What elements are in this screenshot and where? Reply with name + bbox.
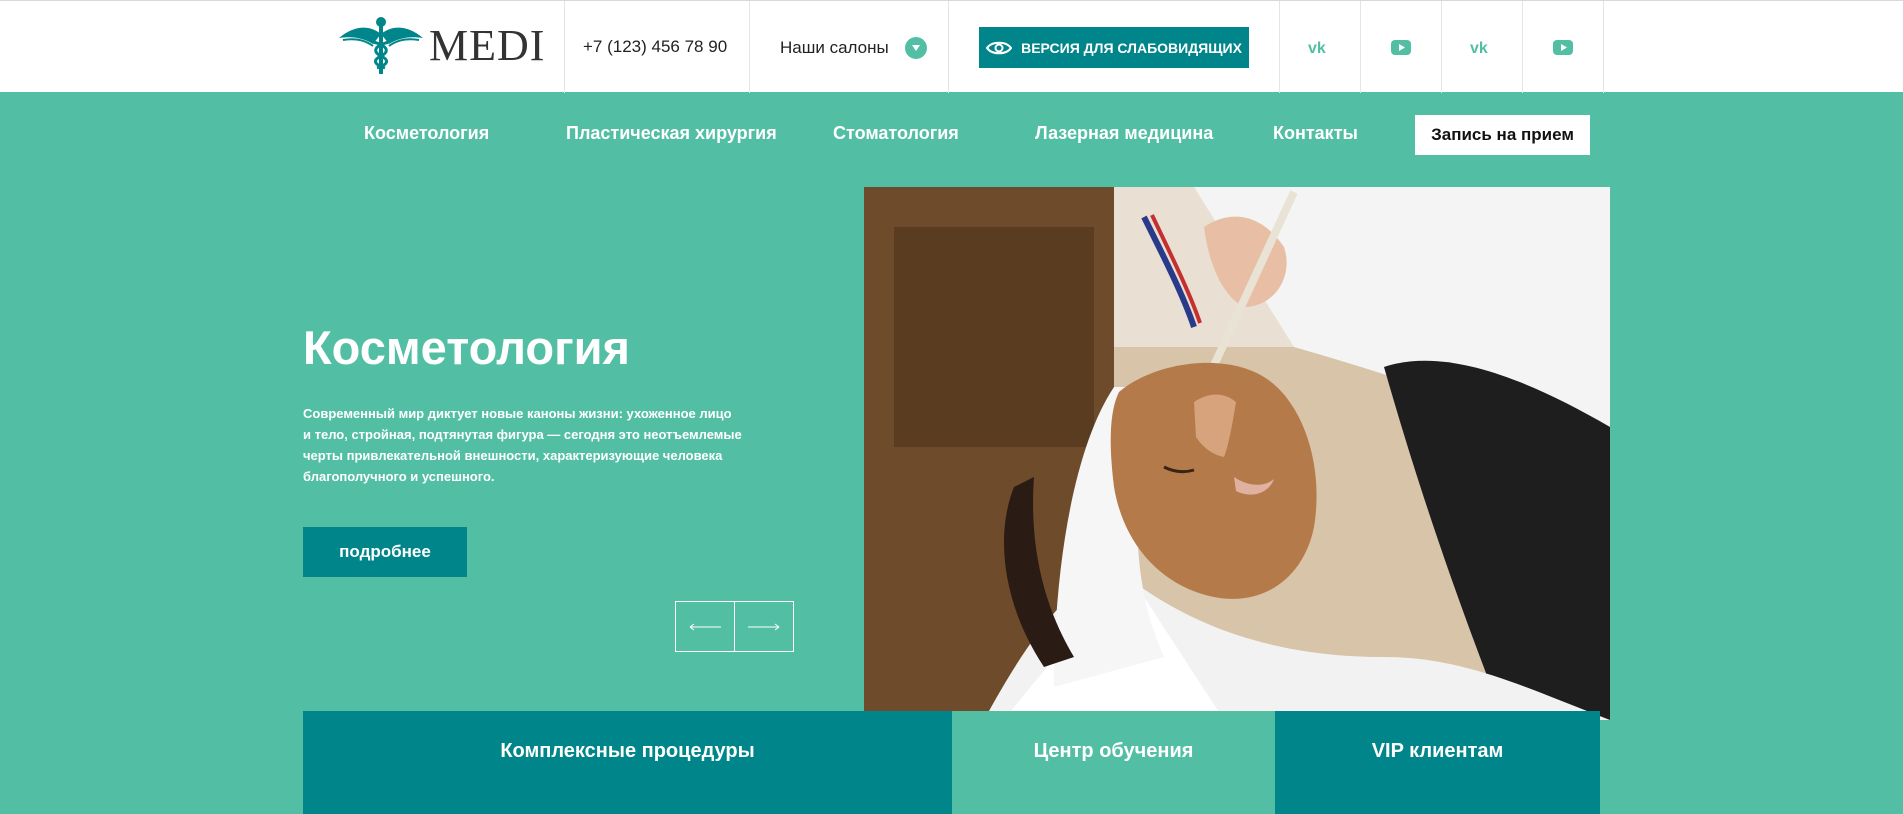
slider-controls	[675, 601, 794, 652]
arrow-right-icon	[747, 623, 780, 630]
hero-description: Современный мир диктует новые каноны жиз…	[303, 406, 742, 484]
nav-item-dentistry[interactable]: Стоматология	[833, 123, 959, 144]
top-header: MEDI +7 (123) 456 78 90 Наши салоны ВЕРС…	[0, 0, 1903, 93]
phone-number[interactable]: +7 (123) 456 78 90	[583, 37, 727, 57]
vk-icon: vk	[1308, 40, 1326, 54]
hero-title: Косметология	[303, 321, 630, 374]
social-link-youtube[interactable]	[1360, 1, 1442, 93]
divider	[749, 1, 750, 93]
nav-item-contacts[interactable]: Контакты	[1273, 123, 1358, 144]
chevron-down-icon	[904, 37, 927, 59]
nav-item-cosmetology[interactable]: Косметология	[364, 123, 489, 144]
slider-prev-button[interactable]	[676, 602, 735, 651]
tab-training-center[interactable]: Центр обучения	[952, 711, 1275, 814]
svg-text:vk: vk	[1470, 40, 1488, 54]
appointment-button[interactable]: Запись на прием	[1415, 115, 1590, 155]
salons-dropdown[interactable]: Наши салоны	[780, 37, 927, 59]
divider	[564, 1, 565, 93]
nav-item-plastic-surgery[interactable]: Пластическая хирургия	[566, 123, 777, 144]
divider	[948, 1, 949, 93]
arrow-left-icon	[689, 623, 721, 630]
slider-next-button[interactable]	[735, 602, 794, 651]
logo-text: MEDI	[429, 21, 546, 70]
youtube-icon	[1553, 39, 1573, 55]
social-link-vk[interactable]: vk	[1279, 1, 1361, 93]
accessibility-version-button[interactable]: ВЕРСИЯ ДЛЯ СЛАБОВИДЯЩИХ	[979, 27, 1249, 68]
eye-icon	[986, 41, 1013, 54]
caduceus-icon	[339, 17, 423, 74]
accessibility-label: ВЕРСИЯ ДЛЯ СЛАБОВИДЯЩИХ	[1021, 39, 1242, 56]
hero-photo	[864, 187, 1610, 720]
divider	[1603, 1, 1604, 93]
social-link-youtube[interactable]	[1522, 1, 1604, 93]
social-link-vk[interactable]: vk	[1441, 1, 1523, 93]
tab-vip-clients[interactable]: VIP клиентам	[1275, 711, 1600, 814]
youtube-icon	[1391, 39, 1411, 55]
logo[interactable]: MEDI	[339, 15, 545, 77]
nav-item-laser-medicine[interactable]: Лазерная медицина	[1035, 123, 1213, 144]
vk-icon: vk	[1470, 40, 1488, 54]
svg-text:vk: vk	[1308, 40, 1326, 54]
salons-label: Наши салоны	[780, 38, 889, 57]
tab-complex-procedures[interactable]: Комплексные процедуры	[303, 711, 952, 814]
more-button[interactable]: подробнее	[303, 527, 467, 577]
